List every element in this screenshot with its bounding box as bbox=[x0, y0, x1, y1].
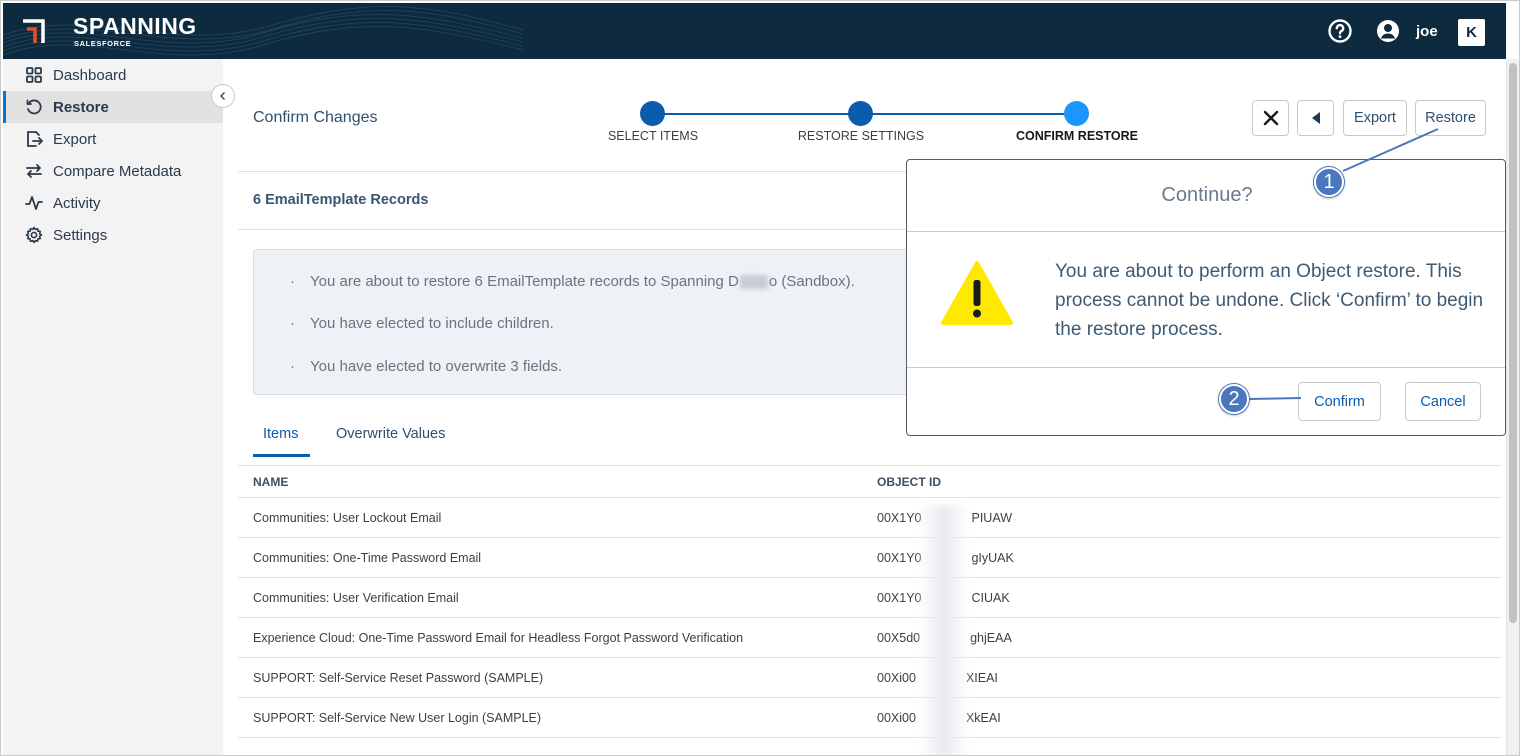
column-header-name[interactable]: NAME bbox=[253, 475, 288, 489]
sidebar-collapse-button[interactable] bbox=[211, 84, 235, 108]
step-select-items-label: SELECT ITEMS bbox=[607, 129, 699, 143]
close-icon bbox=[1263, 110, 1278, 126]
triangle-left-icon bbox=[1311, 112, 1320, 124]
summary-line-records: You are about to restore 6 EmailTemplate… bbox=[290, 273, 855, 290]
page-title: Confirm Changes bbox=[253, 109, 378, 126]
tab-items[interactable]: Items bbox=[263, 426, 298, 442]
step-select-items-dot bbox=[640, 101, 665, 126]
summary-text-suffix: o (Sandbox). bbox=[768, 273, 855, 290]
top-header: SPANNING SALESFORCE joe K bbox=[3, 3, 1506, 59]
restore-summary-box: You are about to restore 6 EmailTemplate… bbox=[253, 249, 913, 395]
divider bbox=[238, 229, 906, 230]
help-icon[interactable] bbox=[1328, 19, 1352, 43]
brand-name: SPANNING bbox=[73, 13, 197, 39]
step-restore-settings-label: RESTORE SETTINGS bbox=[797, 129, 925, 143]
row-name: Communities: One-Time Password Email bbox=[253, 551, 482, 565]
continue-dialog: Continue? You are about to perform an Ob… bbox=[906, 159, 1506, 436]
sidebar-item-compare-metadata[interactable]: Compare Metadata bbox=[3, 155, 223, 187]
callout-marker-1: 1 bbox=[1314, 167, 1344, 197]
badge-letter: K bbox=[1466, 24, 1477, 41]
table-top-border bbox=[238, 465, 1501, 466]
row-name: SUPPORT: Self-Service Reset Password (SA… bbox=[253, 671, 544, 685]
sidebar-item-label: Activity bbox=[53, 194, 101, 212]
sidebar-item-dashboard[interactable]: Dashboard bbox=[3, 59, 223, 91]
dialog-divider bbox=[907, 231, 1505, 232]
scrollbar-thumb[interactable] bbox=[1509, 63, 1517, 623]
kaseya-badge-icon[interactable]: K bbox=[1458, 19, 1485, 46]
cancel-button[interactable]: Cancel bbox=[1405, 382, 1481, 421]
chevron-left-icon bbox=[220, 92, 225, 100]
confirm-button[interactable]: Confirm bbox=[1298, 382, 1381, 421]
dialog-title: Continue? bbox=[1161, 184, 1253, 206]
sidebar-item-restore[interactable]: Restore bbox=[3, 91, 223, 123]
callout-marker-2: 2 bbox=[1219, 384, 1249, 414]
restore-button[interactable]: Restore bbox=[1415, 100, 1486, 136]
summary-line-children: You have elected to include children. bbox=[290, 315, 554, 332]
progress-stepper: SELECT ITEMS RESTORE SETTINGS CONFIRM RE… bbox=[601, 101, 1161, 151]
row-name: Communities: User Verification Email bbox=[253, 591, 459, 605]
sidebar-item-export[interactable]: Export bbox=[3, 123, 223, 155]
table-header-border bbox=[238, 497, 1501, 498]
summary-line-overwrite: You have elected to overwrite 3 fields. bbox=[290, 358, 562, 375]
step-confirm-restore-dot bbox=[1064, 101, 1089, 126]
brand-subtitle: SALESFORCE bbox=[74, 39, 132, 48]
dialog-divider bbox=[907, 367, 1505, 368]
sidebar-item-label: Restore bbox=[53, 98, 109, 116]
export-icon bbox=[27, 131, 43, 147]
row-divider bbox=[238, 657, 1501, 658]
sidebar-item-activity[interactable]: Activity bbox=[3, 187, 223, 219]
sidebar-item-settings[interactable]: Settings bbox=[3, 219, 223, 251]
row-divider bbox=[238, 737, 1501, 738]
sidebar: Dashboard Restore Export Compare Metadat… bbox=[3, 59, 223, 755]
app-window: SPANNING SALESFORCE joe K Dashboard Rest… bbox=[0, 0, 1520, 756]
row-divider bbox=[238, 697, 1501, 698]
sidebar-item-label: Settings bbox=[53, 226, 108, 244]
back-button[interactable] bbox=[1297, 100, 1334, 136]
row-name: Experience Cloud: One-Time Password Emai… bbox=[253, 631, 744, 645]
tab-overwrite-values[interactable]: Overwrite Values bbox=[336, 426, 445, 442]
sidebar-item-label: Export bbox=[53, 130, 97, 148]
page-scrollbar[interactable] bbox=[1506, 59, 1519, 755]
warning-icon bbox=[941, 261, 1013, 325]
close-button[interactable] bbox=[1252, 100, 1289, 136]
sidebar-item-label: Dashboard bbox=[53, 66, 127, 84]
section-title: 6 EmailTemplate Records bbox=[253, 192, 429, 208]
compare-icon bbox=[26, 164, 42, 178]
user-avatar-icon[interactable] bbox=[1376, 19, 1400, 43]
active-tab-indicator bbox=[253, 454, 310, 457]
divider bbox=[238, 171, 906, 172]
column-header-object-id[interactable]: OBJECT ID bbox=[877, 475, 941, 489]
grid-icon bbox=[26, 67, 42, 83]
restore-icon bbox=[26, 99, 42, 115]
row-name: Communities: User Lockout Email bbox=[253, 511, 442, 525]
sidebar-item-label: Compare Metadata bbox=[53, 162, 182, 180]
dialog-message: You are about to perform an Object resto… bbox=[1055, 261, 1484, 340]
spanning-logo-icon bbox=[23, 19, 45, 43]
row-divider bbox=[238, 537, 1501, 538]
row-divider bbox=[238, 577, 1501, 578]
export-button[interactable]: Export bbox=[1343, 100, 1407, 136]
row-name: SUPPORT: Self-Service New User Login (SA… bbox=[253, 711, 542, 725]
redacted-id-overlay bbox=[919, 506, 969, 755]
row-divider bbox=[238, 617, 1501, 618]
user-name[interactable]: joe bbox=[1416, 23, 1438, 40]
step-restore-settings-dot bbox=[848, 101, 873, 126]
redacted-text bbox=[739, 275, 768, 290]
summary-text-prefix: You are about to restore 6 EmailTemplate… bbox=[310, 273, 739, 290]
step-confirm-restore-label: CONFIRM RESTORE bbox=[1016, 129, 1138, 143]
gear-icon bbox=[25, 226, 43, 244]
activity-icon bbox=[25, 196, 43, 210]
